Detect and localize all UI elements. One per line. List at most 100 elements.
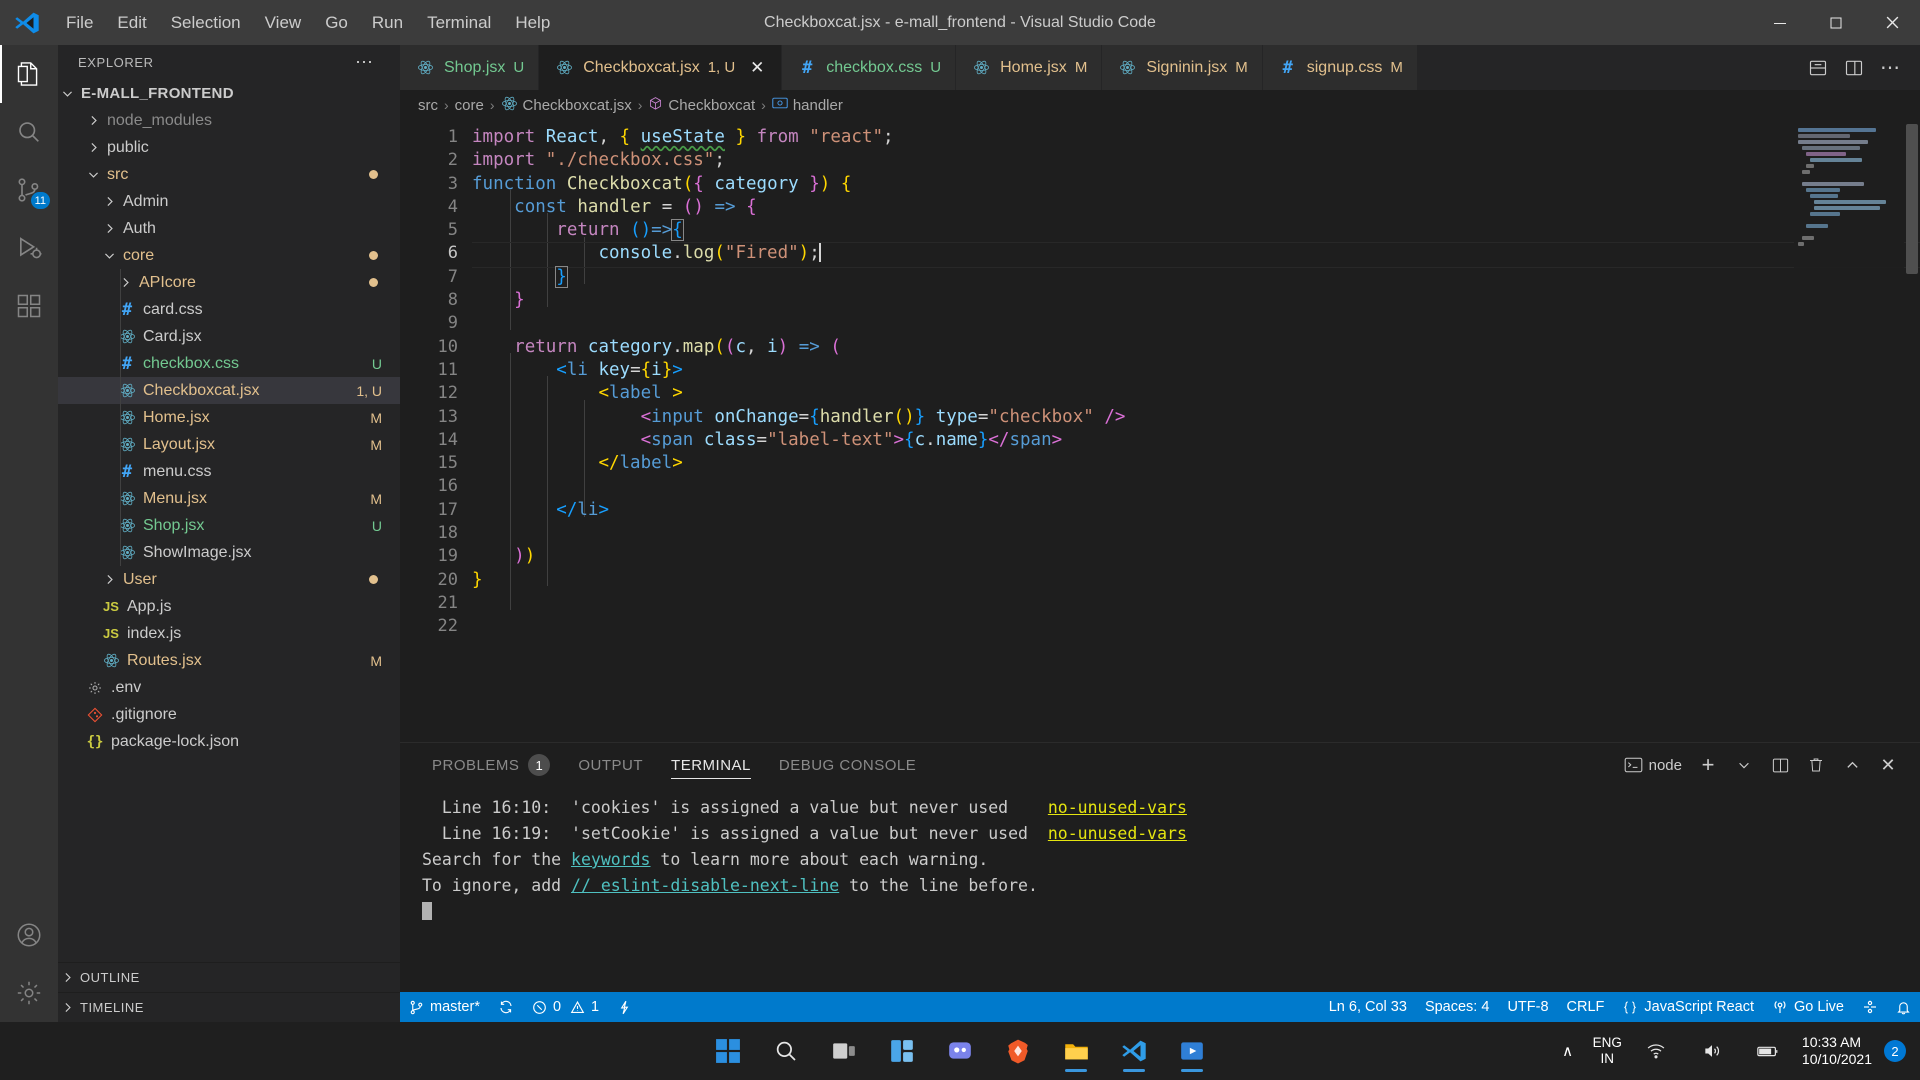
activity-explorer-icon[interactable] xyxy=(0,45,58,103)
menu-go[interactable]: Go xyxy=(313,9,360,37)
tree-item-package-lock-json[interactable]: {} package-lock.json xyxy=(58,728,400,755)
terminal-dropdown-chevron-icon[interactable] xyxy=(1728,749,1760,781)
notification-count-badge[interactable]: 2 xyxy=(1884,1040,1906,1062)
tree-item-home-jsx[interactable]: Home.jsx M xyxy=(58,404,400,431)
eslint-rule-link[interactable]: no-unused-vars xyxy=(1048,824,1187,843)
panel-tab-output[interactable]: OUTPUT xyxy=(564,743,657,787)
tree-item-checkboxcat-jsx[interactable]: Checkboxcat.jsx 1, U xyxy=(58,377,400,404)
code-editor[interactable]: 1 2 3 4 5 6 7 8 9 10 11 12 13 14 15 16 17 18 19 20 21 22 impo… xyxy=(400,120,1920,742)
tree-item-layout-jsx[interactable]: Layout.jsx M xyxy=(58,431,400,458)
file-explorer-button-icon[interactable] xyxy=(1054,1027,1098,1075)
status-zap[interactable] xyxy=(608,992,641,1022)
wifi-icon[interactable] xyxy=(1634,1027,1678,1075)
clock[interactable]: 10:33 AM 10/10/2021 xyxy=(1802,1034,1872,1068)
explorer-more-icon[interactable]: ⋯ xyxy=(349,52,380,73)
menu-edit[interactable]: Edit xyxy=(105,9,158,37)
tree-item-shop-jsx[interactable]: Shop.jsx U xyxy=(58,512,400,539)
tree-item-admin[interactable]: Admin xyxy=(58,188,400,215)
tree-item-user[interactable]: User xyxy=(58,566,400,593)
volume-icon[interactable] xyxy=(1690,1027,1734,1075)
tree-item--gitignore[interactable]: .gitignore xyxy=(58,701,400,728)
activity-extensions-icon[interactable] xyxy=(0,277,58,335)
status-notifications[interactable] xyxy=(1887,992,1920,1022)
split-editor-right-icon[interactable] xyxy=(1838,52,1870,84)
close-window-button[interactable] xyxy=(1864,0,1920,45)
editor-tab-checkboxcat-jsx[interactable]: Checkboxcat.jsx 1, U ✕ xyxy=(539,45,783,90)
status-problems[interactable]: 0 1 xyxy=(523,992,608,1022)
tree-item-card-jsx[interactable]: Card.jsx xyxy=(58,323,400,350)
menu-help[interactable]: Help xyxy=(503,9,562,37)
status-eol[interactable]: CRLF xyxy=(1558,992,1614,1022)
terminal-shell-selector[interactable]: node xyxy=(1618,749,1688,781)
input-language-indicator[interactable]: ENG IN xyxy=(1593,1035,1622,1067)
tree-item-checkbox-css[interactable]: # checkbox.css U xyxy=(58,350,400,377)
breadcrumb-item-src[interactable]: src xyxy=(418,97,438,114)
status-remote[interactable] xyxy=(1853,992,1887,1022)
tree-item-auth[interactable]: Auth xyxy=(58,215,400,242)
vscode-taskbar-button-icon[interactable] xyxy=(1112,1027,1156,1075)
close-panel-icon[interactable]: ✕ xyxy=(1872,749,1904,781)
start-button-icon[interactable] xyxy=(706,1027,750,1075)
status-go-live[interactable]: Go Live xyxy=(1763,992,1853,1022)
status-language-mode[interactable]: JavaScript React xyxy=(1613,992,1763,1022)
tree-item-node-modules[interactable]: node_modules xyxy=(58,107,400,134)
status-indentation[interactable]: Spaces: 4 xyxy=(1416,992,1499,1022)
activity-settings-gear-icon[interactable] xyxy=(0,964,58,1022)
activity-accounts-icon[interactable] xyxy=(0,906,58,964)
section-outline[interactable]: OUTLINE xyxy=(58,962,400,992)
brave-button-icon[interactable] xyxy=(996,1027,1040,1075)
maximize-button[interactable] xyxy=(1808,0,1864,45)
code-content[interactable]: import React, { useState } from "react";… xyxy=(472,120,1920,742)
panel-tab-debug-console[interactable]: DEBUG CONSOLE xyxy=(765,743,930,787)
minimize-button[interactable] xyxy=(1752,0,1808,45)
search-button-icon[interactable] xyxy=(764,1027,808,1075)
tree-item-routes-jsx[interactable]: Routes.jsx M xyxy=(58,647,400,674)
media-player-button-icon[interactable] xyxy=(1170,1027,1214,1075)
task-view-button-icon[interactable] xyxy=(822,1027,866,1075)
menu-file[interactable]: File xyxy=(54,9,105,37)
status-encoding[interactable]: UTF-8 xyxy=(1498,992,1557,1022)
status-cursor-position[interactable]: Ln 6, Col 33 xyxy=(1320,992,1416,1022)
status-sync[interactable] xyxy=(489,992,523,1022)
terminal-link[interactable]: // eslint-disable-next-line xyxy=(571,876,839,895)
tree-item-menu-css[interactable]: # menu.css xyxy=(58,458,400,485)
tree-item-menu-jsx[interactable]: Menu.jsx M xyxy=(58,485,400,512)
tray-expand-chevron-icon[interactable]: ∧ xyxy=(1555,1027,1581,1075)
tree-item--env[interactable]: .env xyxy=(58,674,400,701)
widgets-button-icon[interactable] xyxy=(880,1027,924,1075)
editor-more-actions-icon[interactable]: ⋯ xyxy=(1874,52,1906,84)
activity-source-control-icon[interactable]: 11 xyxy=(0,161,58,219)
panel-tab-problems[interactable]: PROBLEMS 1 xyxy=(418,743,564,787)
status-branch[interactable]: master* xyxy=(400,992,489,1022)
tree-item-index-js[interactable]: JS index.js xyxy=(58,620,400,647)
activity-search-icon[interactable] xyxy=(0,103,58,161)
menu-terminal[interactable]: Terminal xyxy=(415,9,503,37)
tree-root-folder[interactable]: E-MALL_FRONTEND xyxy=(58,80,400,107)
breadcrumb-item-checkboxcat-jsx[interactable]: Checkboxcat.jsx xyxy=(501,95,632,116)
editor-tab-signinin-jsx[interactable]: Signinin.jsx M xyxy=(1102,45,1263,90)
eslint-rule-link[interactable]: no-unused-vars xyxy=(1048,798,1187,817)
tree-item-app-js[interactable]: JS App.js xyxy=(58,593,400,620)
split-terminal-icon[interactable] xyxy=(1764,749,1796,781)
teams-button-icon[interactable] xyxy=(938,1027,982,1075)
editor-tab-shop-jsx[interactable]: Shop.jsx U xyxy=(400,45,540,90)
breadcrumb-item-core[interactable]: core xyxy=(455,97,484,114)
kill-terminal-trash-icon[interactable] xyxy=(1800,749,1832,781)
editor-scrollbar[interactable] xyxy=(1904,120,1920,742)
new-terminal-button[interactable]: + xyxy=(1692,749,1724,781)
editor-tab-home-jsx[interactable]: Home.jsx M xyxy=(956,45,1103,90)
panel-tab-terminal[interactable]: TERMINAL xyxy=(657,743,765,787)
tree-item-public[interactable]: public xyxy=(58,134,400,161)
split-editor-down-icon[interactable] xyxy=(1802,52,1834,84)
breadcrumb-item-handler[interactable]: handler xyxy=(772,96,843,114)
tree-item-showimage-jsx[interactable]: ShowImage.jsx xyxy=(58,539,400,566)
editor-tab-signup-css[interactable]: # signup.css M xyxy=(1262,45,1418,90)
editor-tab-close-icon[interactable]: ✕ xyxy=(747,58,767,78)
maximize-panel-icon[interactable] xyxy=(1836,749,1868,781)
terminal-link[interactable]: keywords xyxy=(571,850,650,869)
menu-view[interactable]: View xyxy=(253,9,314,37)
tree-item-core[interactable]: core xyxy=(58,242,400,269)
breadcrumb-item-checkboxcat[interactable]: Checkboxcat xyxy=(648,96,755,115)
activity-run-debug-icon[interactable] xyxy=(0,219,58,277)
menu-selection[interactable]: Selection xyxy=(159,9,253,37)
